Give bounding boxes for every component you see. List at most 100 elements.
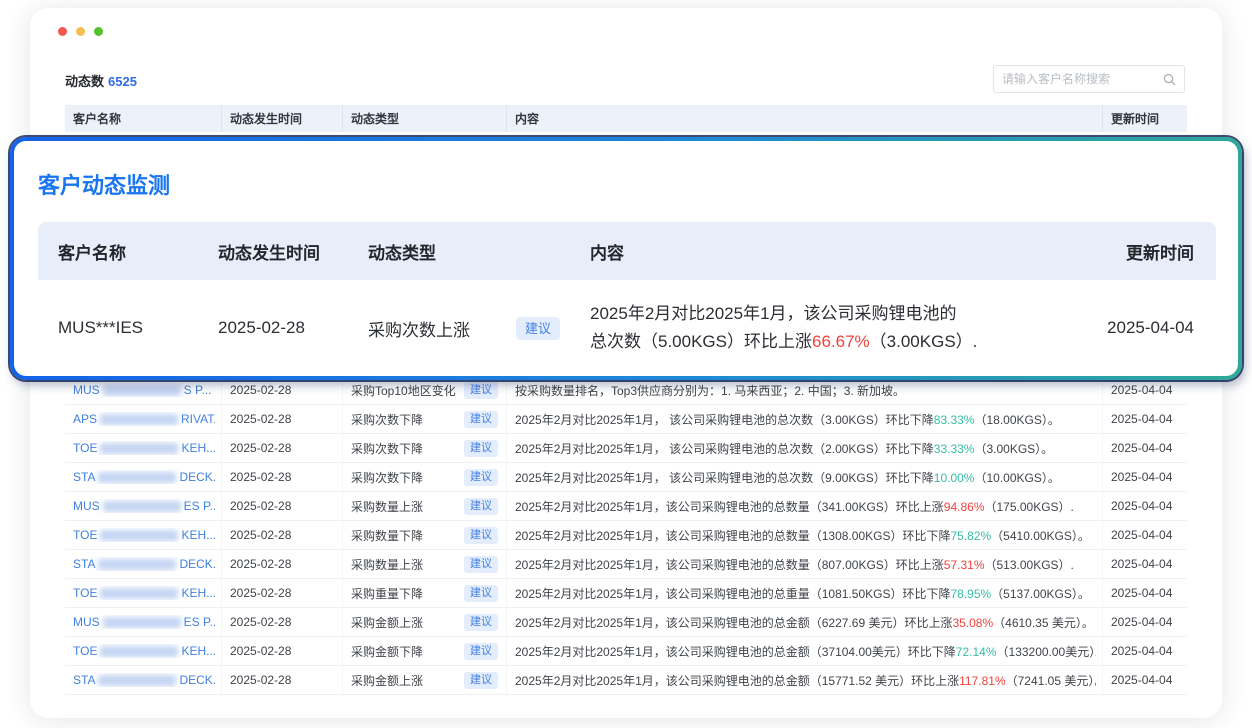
customer-name-link[interactable]: STADECK... xyxy=(73,557,215,571)
event-type-label: 采购金额下降 xyxy=(351,643,423,660)
customer-name-cell: STADECK... xyxy=(65,550,222,578)
table-row[interactable]: MUSES P... 2025-02-28 采购金额上涨 建议 2025年2月对… xyxy=(65,608,1187,637)
event-type-cell: 采购数量下降 建议 xyxy=(343,521,507,549)
suggestion-badge: 建议 xyxy=(464,527,498,544)
percent-value: 35.08% xyxy=(952,616,993,630)
event-date-cell: 2025-02-28 xyxy=(222,521,343,549)
customer-name-cell: TOEKEH... xyxy=(65,579,222,607)
content-cell: 2025年2月对比2025年1月，该公司采购锂电池的总重量（1081.50KGS… xyxy=(507,579,1103,607)
customer-search[interactable] xyxy=(993,65,1185,93)
customer-name-cell: APSRIVAT... xyxy=(65,405,222,433)
event-type-cell: 采购次数下降 建议 xyxy=(343,405,507,433)
table-body: MUSS P... 2025-02-28 采购Top10地区变化 建议 按采购数… xyxy=(65,376,1187,695)
event-type-cell: 采购金额下降 建议 xyxy=(343,637,507,665)
callout-col-event-type: 动态类型 xyxy=(348,222,570,280)
event-type-label: 采购数量上涨 xyxy=(351,556,423,573)
table-row[interactable]: APSRIVAT... 2025-02-28 采购次数下降 建议 2025年2月… xyxy=(65,405,1187,434)
content-text: 2025年2月对比2025年1月，该公司采购锂电池的总金额（37104.00美元… xyxy=(515,643,1096,660)
search-icon[interactable] xyxy=(1163,73,1176,86)
redacted-name-blur xyxy=(100,414,178,425)
maximize-window-icon[interactable] xyxy=(94,27,103,36)
customer-name-link[interactable]: MUSES P... xyxy=(73,615,215,629)
percent-value: 10.00% xyxy=(934,471,975,485)
content-text: 2025年2月对比2025年1月，该公司采购锂电池的总数量（341.00KGS）… xyxy=(515,498,1074,515)
close-window-icon[interactable] xyxy=(58,27,67,36)
event-type-cell: 采购次数下降 建议 xyxy=(343,434,507,462)
callout-customer-name: MUS***IES xyxy=(38,280,198,376)
content-cell: 按采购数量排名，Top3供应商分别为：1. 马来西亚；2. 中国；3. 新加坡。 xyxy=(507,376,1103,404)
content-cell: 2025年2月对比2025年1月， 该公司采购锂电池的总次数（2.00KGS）环… xyxy=(507,434,1103,462)
table-row[interactable]: TOEKEH... 2025-02-28 采购重量下降 建议 2025年2月对比… xyxy=(65,579,1187,608)
screen: 动态数6525 客户名称 动态发生时间 动态类型 内容 更新时间 xyxy=(0,0,1252,728)
window-controls xyxy=(58,27,103,36)
event-date-cell: 2025-02-28 xyxy=(222,579,343,607)
callout-type-label: 采购次数上涨 xyxy=(368,316,470,341)
customer-name-cell: MUSES P... xyxy=(65,492,222,520)
update-date-cell: 2025-04-04 xyxy=(1103,376,1187,404)
update-date-cell: 2025-04-04 xyxy=(1103,666,1187,694)
event-type-label: 采购重量下降 xyxy=(351,585,423,602)
event-type-label: 采购金额上涨 xyxy=(351,614,423,631)
event-type-cell: 采购数量上涨 建议 xyxy=(343,492,507,520)
customer-name-link[interactable]: MUSES P... xyxy=(73,499,215,513)
event-date-cell: 2025-02-28 xyxy=(222,463,343,491)
table-row[interactable]: STADECK... 2025-02-28 采购数量上涨 建议 2025年2月对… xyxy=(65,550,1187,579)
callout-event-type: 采购次数上涨 建议 xyxy=(348,280,570,376)
event-type-label: 采购数量上涨 xyxy=(351,498,423,515)
percent-value: 94.86% xyxy=(944,500,985,514)
callout-content: 2025年2月对比2025年1月，该公司采购锂电池的 总次数（5.00KGS）环… xyxy=(570,300,1056,356)
content-text: 按采购数量排名，Top3供应商分别为：1. 马来西亚；2. 中国；3. 新加坡。 xyxy=(515,382,905,399)
suggestion-badge: 建议 xyxy=(516,317,560,340)
event-date-cell: 2025-02-28 xyxy=(222,637,343,665)
event-type-label: 采购金额上涨 xyxy=(351,672,423,689)
content-text: 2025年2月对比2025年1月，该公司采购锂电池的总数量（1308.00KGS… xyxy=(515,527,1090,544)
event-date-cell: 2025-02-28 xyxy=(222,376,343,404)
table-row[interactable]: STADECK... 2025-02-28 采购金额上涨 建议 2025年2月对… xyxy=(65,666,1187,695)
update-date-cell: 2025-04-04 xyxy=(1103,405,1187,433)
percent-value: 57.31% xyxy=(944,558,985,572)
customer-name-link[interactable]: APSRIVAT... xyxy=(73,412,215,426)
customer-name-link[interactable]: STADECK... xyxy=(73,470,215,484)
event-date-cell: 2025-02-28 xyxy=(222,434,343,462)
update-date-cell: 2025-04-04 xyxy=(1103,492,1187,520)
percent-value: 72.14% xyxy=(956,645,997,659)
customer-name-link[interactable]: TOEKEH... xyxy=(73,528,215,542)
percent-value: 83.33% xyxy=(934,413,975,427)
content-text: 2025年2月对比2025年1月，该公司采购锂电池的总金额（15771.52 美… xyxy=(515,672,1096,689)
redacted-name-blur xyxy=(98,559,176,570)
table-row[interactable]: TOEKEH... 2025-02-28 采购金额下降 建议 2025年2月对比… xyxy=(65,637,1187,666)
table-row[interactable]: MUSS P... 2025-02-28 采购Top10地区变化 建议 按采购数… xyxy=(65,376,1187,405)
minimize-window-icon[interactable] xyxy=(76,27,85,36)
customer-name-link[interactable]: STADECK... xyxy=(73,673,215,687)
table-row[interactable]: STADECK... 2025-02-28 采购次数下降 建议 2025年2月对… xyxy=(65,463,1187,492)
customer-name-link[interactable]: MUSS P... xyxy=(73,383,211,397)
callout-row: MUS***IES 2025-02-28 采购次数上涨 建议 2025年2月对比… xyxy=(38,280,1216,376)
percent-value: 33.33% xyxy=(934,442,975,456)
suggestion-badge: 建议 xyxy=(464,556,498,573)
customer-name-link[interactable]: TOEKEH... xyxy=(73,586,215,600)
table-row[interactable]: TOEKEH... 2025-02-28 采购数量下降 建议 2025年2月对比… xyxy=(65,521,1187,550)
customer-name-link[interactable]: TOEKEH... xyxy=(73,644,215,658)
suggestion-badge: 建议 xyxy=(464,498,498,515)
suggestion-badge: 建议 xyxy=(464,469,498,486)
col-update-time: 更新时间 xyxy=(1103,105,1187,132)
table-row[interactable]: MUSES P... 2025-02-28 采购数量上涨 建议 2025年2月对… xyxy=(65,492,1187,521)
customer-dynamics-callout: 客户动态监测 客户名称 动态发生时间 动态类型 内容 更新时间 MUS***IE… xyxy=(10,137,1242,380)
search-input[interactable] xyxy=(1002,72,1163,86)
update-date-cell: 2025-04-04 xyxy=(1103,579,1187,607)
customer-name-cell: TOEKEH... xyxy=(65,434,222,462)
col-event-time: 动态发生时间 xyxy=(222,105,343,132)
redacted-name-blur xyxy=(98,472,176,483)
redacted-name-blur xyxy=(103,617,181,628)
event-type-label: 采购次数下降 xyxy=(351,411,423,428)
update-date-cell: 2025-04-04 xyxy=(1103,463,1187,491)
toolbar: 动态数 6525 xyxy=(65,63,1187,95)
event-type-cell: 采购Top10地区变化 建议 xyxy=(343,376,507,404)
dynamics-count-label: 动态数 xyxy=(65,74,104,89)
customer-name-link[interactable]: TOEKEH... xyxy=(73,441,215,455)
event-date-cell: 2025-02-28 xyxy=(222,492,343,520)
table-row[interactable]: TOEKEH... 2025-02-28 采购次数下降 建议 2025年2月对比… xyxy=(65,434,1187,463)
dynamics-count-value: 6525 xyxy=(108,74,137,89)
content-line1: 2025年2月对比2025年1月，该公司采购锂电池的 xyxy=(590,300,1056,328)
event-date-cell: 2025-02-28 xyxy=(222,405,343,433)
